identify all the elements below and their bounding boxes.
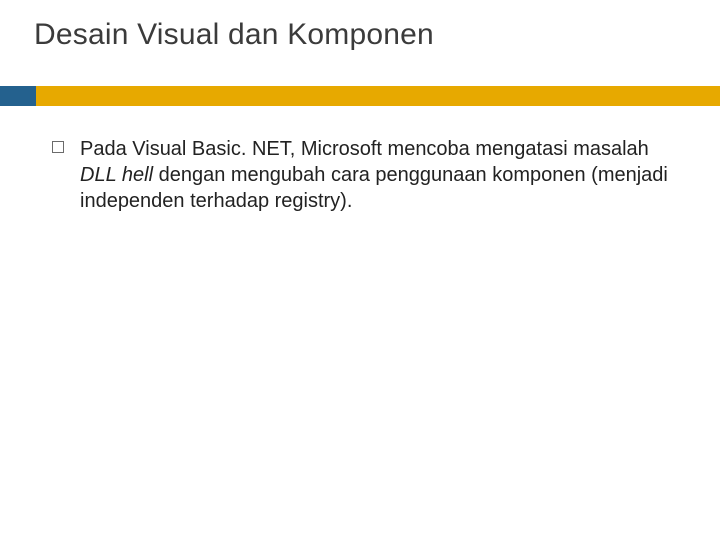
bullet-text-before: Pada Visual Basic. NET, Microsoft mencob… xyxy=(80,138,649,160)
bullet-text-italic: DLL hell xyxy=(80,164,153,186)
list-item: Pada Visual Basic. NET, Microsoft mencob… xyxy=(52,136,680,214)
accent-bar xyxy=(0,86,720,106)
accent-block xyxy=(0,86,36,106)
square-bullet-icon xyxy=(52,141,64,153)
slide-content: Pada Visual Basic. NET, Microsoft mencob… xyxy=(52,136,680,214)
bullet-text-after: dengan mengubah cara penggunaan komponen… xyxy=(80,164,668,212)
slide-title: Desain Visual dan Komponen xyxy=(34,18,434,52)
bullet-text: Pada Visual Basic. NET, Microsoft mencob… xyxy=(80,136,680,214)
